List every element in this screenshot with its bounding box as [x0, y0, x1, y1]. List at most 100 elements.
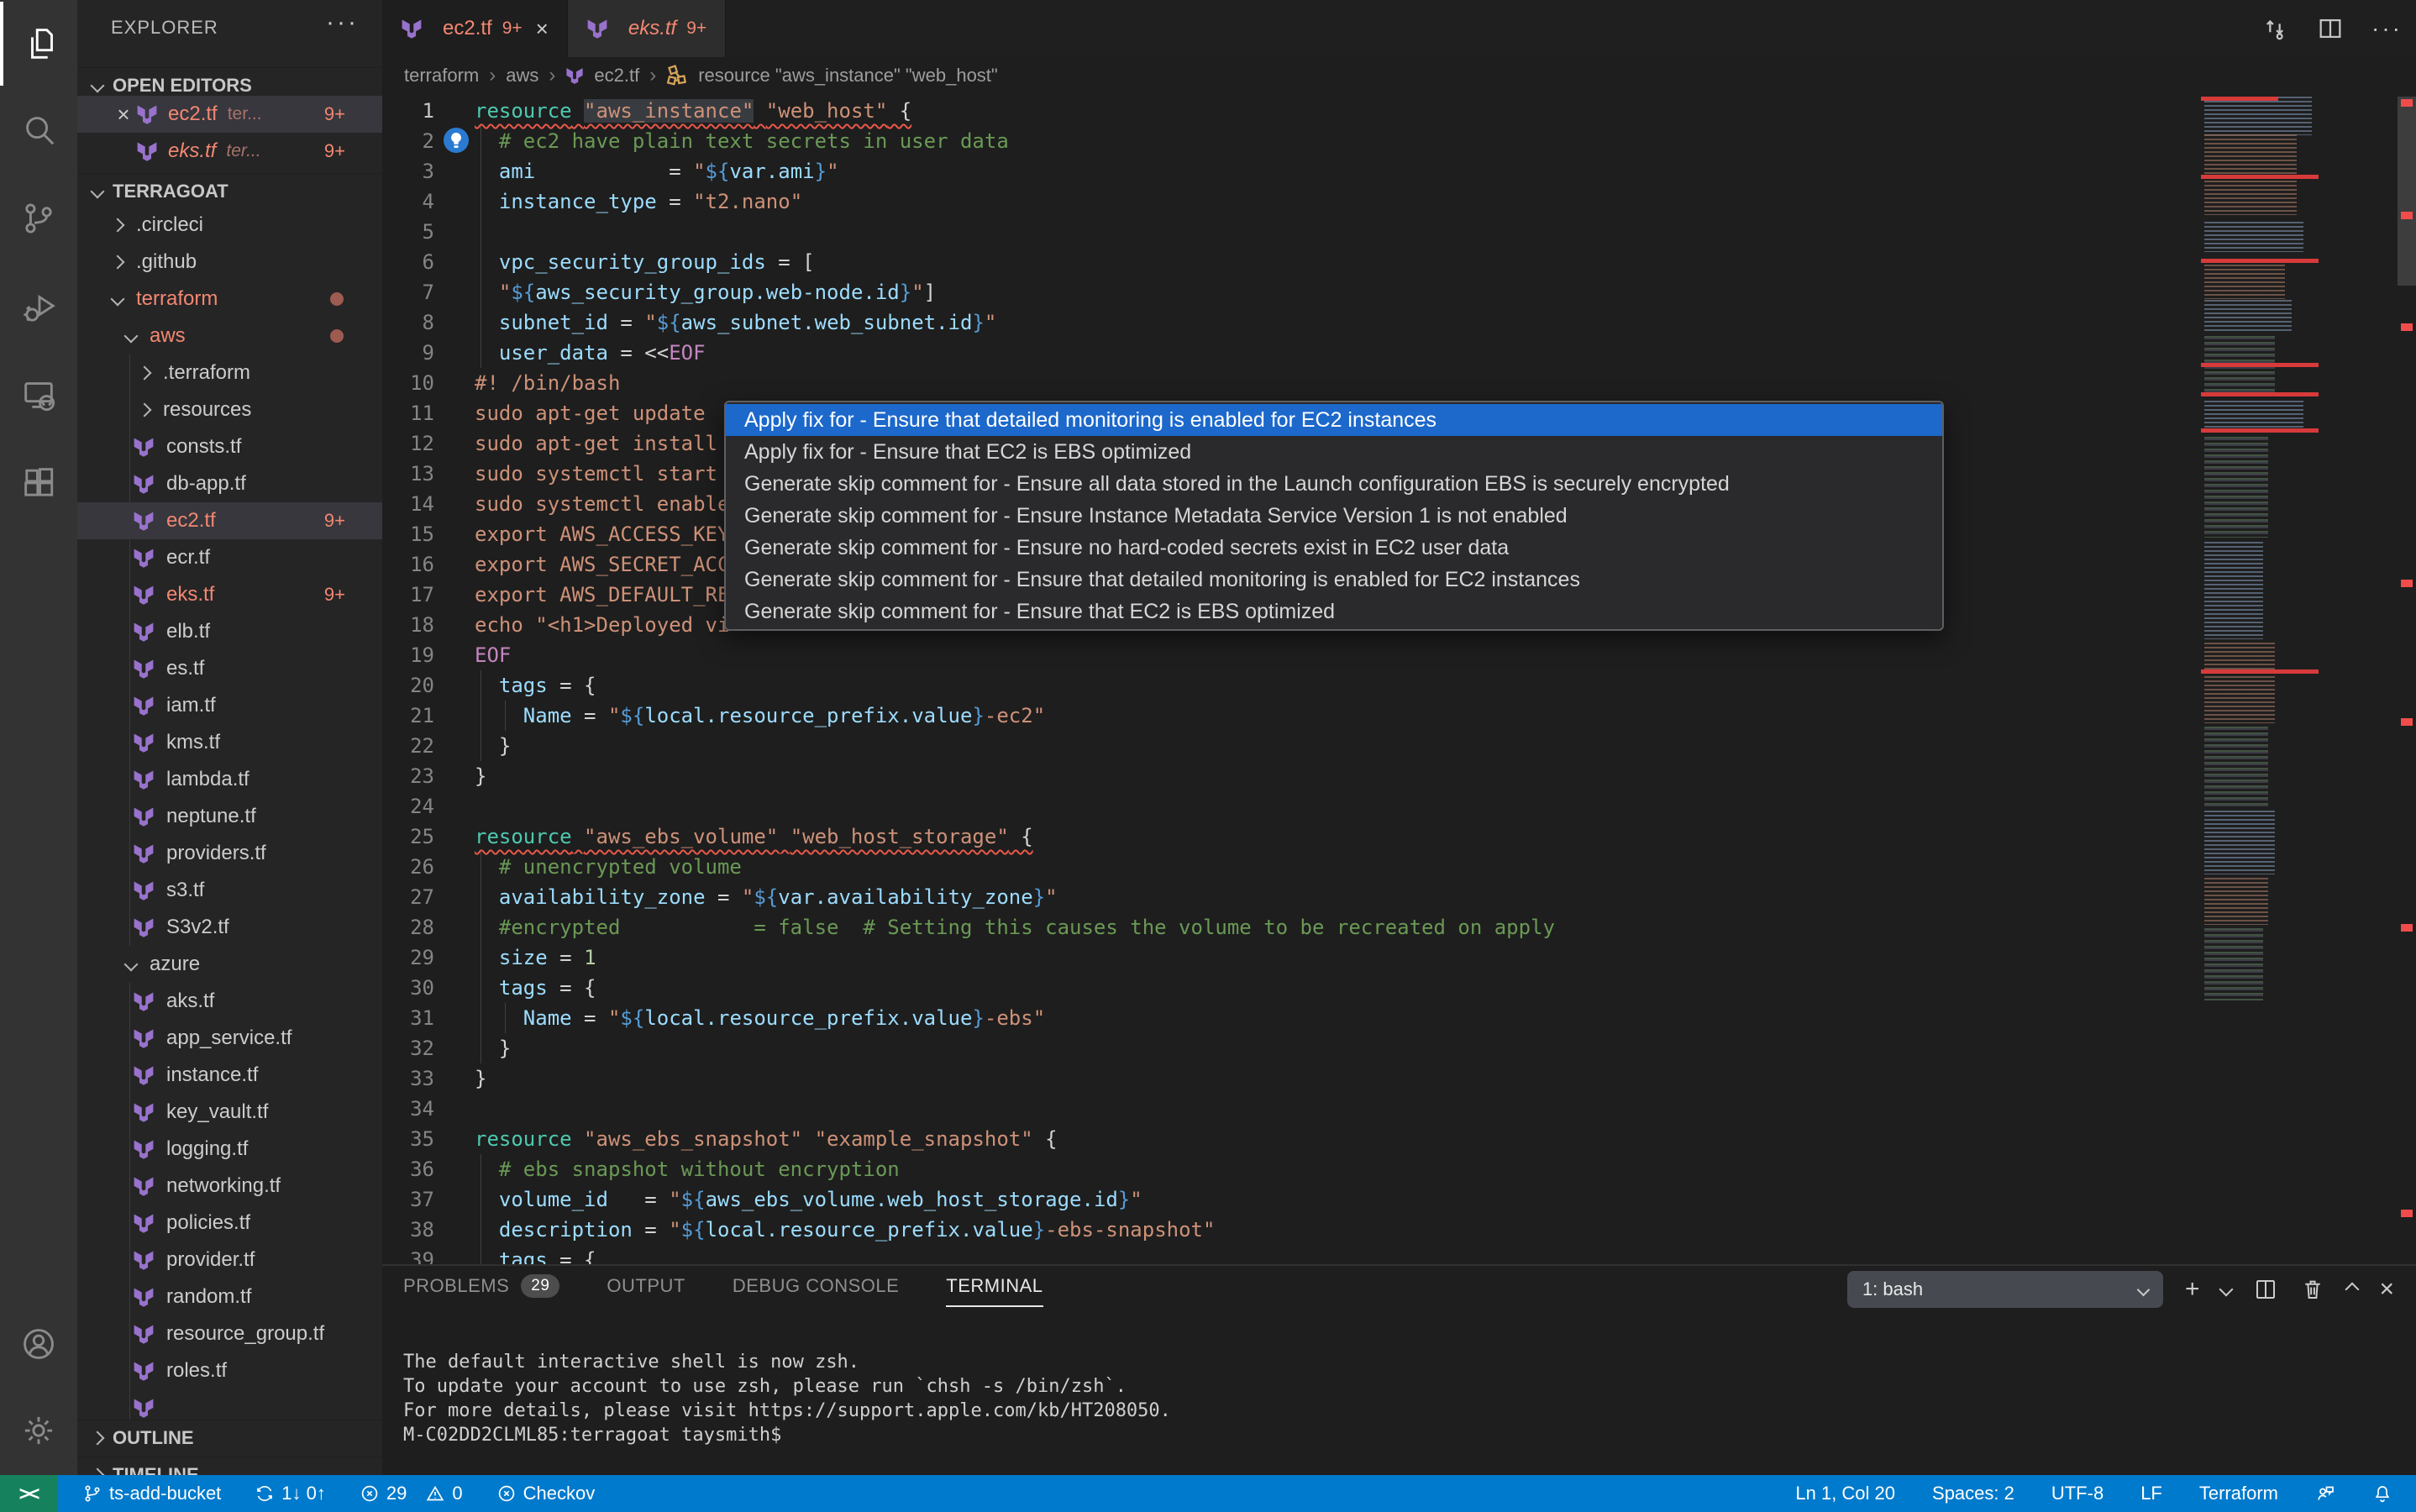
quick-fix-item[interactable]: Generate skip comment for - Ensure no ha…: [726, 532, 1942, 564]
breadcrumb-symbol[interactable]: resource "aws_instance" "web_host": [698, 65, 998, 87]
tree-item-ec2.tf[interactable]: ec2.tf9+: [77, 502, 382, 539]
panel-tab-problems[interactable]: PROBLEMS29: [403, 1274, 559, 1308]
status-item-ln-1-col-20[interactable]: Ln 1, Col 20: [1795, 1483, 1895, 1504]
breadcrumb-item[interactable]: terraform: [404, 65, 479, 87]
minimap[interactable]: [2201, 94, 2319, 1102]
kill-terminal-icon[interactable]: [2300, 1277, 2325, 1302]
tree-item-.circleci[interactable]: .circleci: [77, 207, 382, 244]
tree-item-provider.tf[interactable]: provider.tf: [77, 1242, 382, 1278]
activity-item-source-control[interactable]: [0, 176, 77, 260]
tree-item-iam.tf[interactable]: iam.tf: [77, 687, 382, 724]
breadcrumb: terraform›aws›ec2.tf›resource "aws_insta…: [382, 57, 2201, 94]
open-editor-ec2.tf[interactable]: ×ec2.tfter...9+: [77, 96, 382, 133]
split-editor-icon[interactable]: [2316, 14, 2345, 43]
tab-ec2.tf[interactable]: ec2.tf9+×: [382, 0, 568, 57]
sidebar-more-actions-icon[interactable]: ···: [326, 8, 359, 37]
tree-item-random.tf[interactable]: random.tf: [77, 1278, 382, 1315]
panel-tab-debug-console[interactable]: DEBUG CONSOLE: [733, 1275, 899, 1307]
quick-fix-item[interactable]: Generate skip comment for - Ensure that …: [726, 564, 1942, 596]
quick-fix-item[interactable]: Generate skip comment for - Ensure that …: [726, 596, 1942, 627]
outline-header[interactable]: OUTLINE: [77, 1420, 382, 1456]
tree-item-neptune.tf[interactable]: neptune.tf: [77, 798, 382, 835]
tree-item-instance.tf[interactable]: instance.tf: [77, 1057, 382, 1094]
status-item-checkov[interactable]: Checkov: [496, 1483, 596, 1504]
tree-item-aws[interactable]: aws: [77, 318, 382, 354]
close-icon[interactable]: ×: [536, 16, 549, 42]
status-item-29[interactable]: 290: [360, 1483, 463, 1504]
minimap-error-mark: [2201, 259, 2319, 263]
code-line-10: #! /bin/bash: [475, 368, 620, 398]
status-item-lf[interactable]: LF: [2140, 1483, 2162, 1504]
new-terminal-button[interactable]: +: [2185, 1275, 2200, 1304]
open-changes-icon[interactable]: [2261, 14, 2289, 43]
tree-item-eks.tf[interactable]: eks.tf9+: [77, 576, 382, 613]
status-item-ts-add-bucket[interactable]: ts-add-bucket: [82, 1483, 221, 1504]
tree-item-resources[interactable]: resources: [77, 391, 382, 428]
tree-item-consts.tf[interactable]: consts.tf: [77, 428, 382, 465]
line-number: 36: [382, 1154, 434, 1184]
more-actions-icon[interactable]: ···: [2371, 15, 2403, 42]
tree-item-policies.tf[interactable]: policies.tf: [77, 1205, 382, 1242]
tree-item-S3v2.tf[interactable]: S3v2.tf: [77, 909, 382, 946]
tree-item-app_service.tf[interactable]: app_service.tf: [77, 1020, 382, 1057]
bell-icon[interactable]: [2372, 1483, 2392, 1504]
maximize-panel-icon[interactable]: [2345, 1283, 2360, 1297]
tree-item-networking.tf[interactable]: networking.tf: [77, 1168, 382, 1205]
tree-item-roles.tf[interactable]: roles.tf: [77, 1352, 382, 1389]
activity-item-settings[interactable]: [0, 1389, 77, 1473]
tree-item-s3.tf[interactable]: s3.tf: [77, 872, 382, 909]
file-label: aks.tf: [166, 990, 214, 1013]
panel-tab-terminal[interactable]: TERMINAL: [946, 1275, 1043, 1307]
activity-item-run-debug[interactable]: [0, 265, 77, 349]
tab-eks.tf[interactable]: eks.tf9+: [568, 0, 726, 57]
open-editor-eks.tf[interactable]: eks.tfter...9+: [77, 133, 382, 170]
terminal-selector[interactable]: 1: bash: [1847, 1271, 2163, 1308]
breadcrumb-item[interactable]: ec2.tf: [594, 65, 639, 87]
tree-item-terraform[interactable]: terraform: [77, 281, 382, 318]
tree-item-logging.tf[interactable]: logging.tf: [77, 1131, 382, 1168]
problems-badge: 9+: [324, 510, 345, 532]
close-icon[interactable]: ×: [111, 102, 136, 128]
tree-item-aks.tf[interactable]: aks.tf: [77, 983, 382, 1020]
new-terminal-dropdown-icon[interactable]: [2219, 1283, 2234, 1297]
status-item-1-0-[interactable]: 1↓ 0↑: [255, 1483, 326, 1504]
scrollbar-slider[interactable]: [2398, 97, 2416, 286]
tree-item-ecr.tf[interactable]: ecr.tf: [77, 539, 382, 576]
status-item-utf-8[interactable]: UTF-8: [2051, 1483, 2103, 1504]
panel-tab-output[interactable]: OUTPUT: [607, 1275, 685, 1307]
breadcrumb-item[interactable]: aws: [506, 65, 538, 87]
quick-fix-item[interactable]: Apply fix for - Ensure that detailed mon…: [726, 404, 1942, 436]
tree-item-resource_group.tf[interactable]: resource_group.tf: [77, 1315, 382, 1352]
activity-item-search[interactable]: [0, 87, 77, 171]
terminal-output[interactable]: The default interactive shell is now zsh…: [403, 1350, 2399, 1472]
line-number: 15: [382, 519, 434, 549]
tree-item-kms.tf[interactable]: kms.tf: [77, 724, 382, 761]
tree-item-azure[interactable]: azure: [77, 946, 382, 983]
tree-item-db-app.tf[interactable]: db-app.tf: [77, 465, 382, 502]
timeline-header[interactable]: TIMELINE: [77, 1457, 382, 1475]
activity-item-explorer[interactable]: [0, 2, 81, 86]
activity-item-account[interactable]: [0, 1302, 77, 1386]
status-item-spaces-2[interactable]: Spaces: 2: [1932, 1483, 2014, 1504]
quick-fix-lightbulb-icon[interactable]: [444, 128, 469, 153]
quick-fix-item[interactable]: Generate skip comment for - Ensure all d…: [726, 468, 1942, 500]
tree-item-elb.tf[interactable]: elb.tf: [77, 613, 382, 650]
workspace-header[interactable]: TERRAGOAT: [77, 173, 382, 209]
activity-item-remote-explorer[interactable]: [0, 353, 77, 437]
quick-fix-item[interactable]: Generate skip comment for - Ensure Insta…: [726, 500, 1942, 532]
tree-item-partial[interactable]: [77, 1389, 382, 1420]
close-panel-icon[interactable]: ×: [2379, 1275, 2394, 1304]
editor-code-area[interactable]: resource "aws_instance" "web_host" { # e…: [475, 96, 2197, 1264]
activity-item-extensions[interactable]: [0, 440, 77, 524]
tree-item-.terraform[interactable]: .terraform: [77, 354, 382, 391]
split-terminal-icon[interactable]: [2253, 1277, 2278, 1302]
remote-indicator[interactable]: ><: [0, 1475, 57, 1512]
tree-item-key_vault.tf[interactable]: key_vault.tf: [77, 1094, 382, 1131]
person-icon[interactable]: [2315, 1483, 2335, 1504]
tree-item-.github[interactable]: .github: [77, 244, 382, 281]
quick-fix-item[interactable]: Apply fix for - Ensure that EC2 is EBS o…: [726, 436, 1942, 468]
status-item-terraform[interactable]: Terraform: [2199, 1483, 2278, 1504]
tree-item-es.tf[interactable]: es.tf: [77, 650, 382, 687]
tree-item-lambda.tf[interactable]: lambda.tf: [77, 761, 382, 798]
tree-item-providers.tf[interactable]: providers.tf: [77, 835, 382, 872]
